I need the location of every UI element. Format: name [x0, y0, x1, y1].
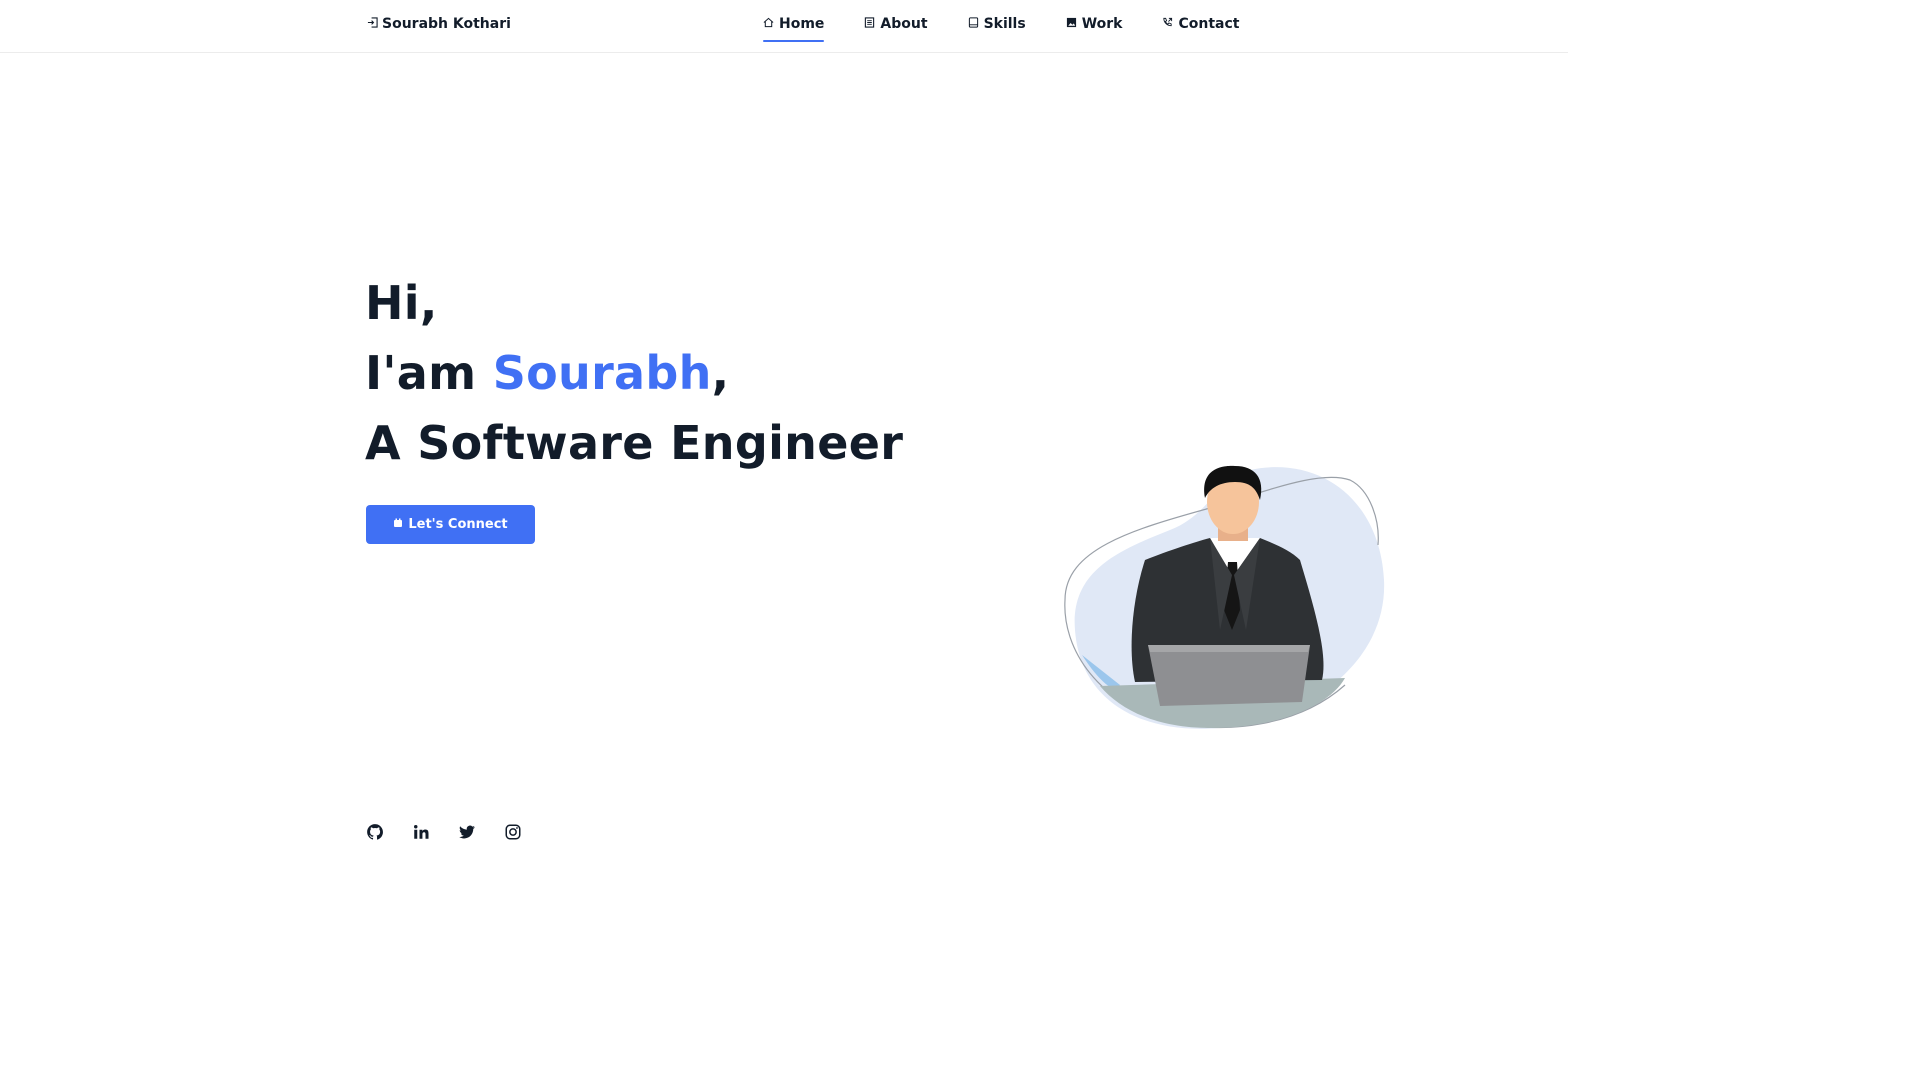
linkedin-icon[interactable]	[412, 823, 430, 841]
developer-illustration	[1060, 460, 1390, 735]
nav-item-about[interactable]: About	[864, 16, 928, 42]
brand-link[interactable]: Sourabh Kothari	[367, 16, 511, 32]
hero-line-title: A Software Engineer	[365, 416, 904, 470]
nav-label-contact: Contact	[1178, 16, 1240, 32]
home-icon	[763, 16, 774, 32]
github-icon[interactable]	[366, 823, 384, 841]
connect-icon	[393, 517, 403, 532]
lets-connect-button[interactable]: Let's Connect	[366, 505, 535, 544]
nav-label-about: About	[880, 16, 928, 32]
hero-name: Sourabh	[492, 346, 712, 400]
lets-connect-label: Let's Connect	[408, 517, 508, 532]
phone-icon	[1162, 16, 1173, 32]
hero-line-greeting: Hi,	[365, 276, 438, 330]
laptop-icon	[968, 16, 979, 32]
hero-name-prefix: I'am	[365, 346, 493, 400]
nav-item-work[interactable]: Work	[1066, 16, 1123, 42]
hero-heading: Hi, I'am Sourabh, A Software Engineer	[365, 268, 903, 478]
document-icon	[864, 16, 875, 32]
hero-name-suffix: ,	[711, 346, 730, 400]
instagram-icon[interactable]	[504, 823, 522, 841]
nav-label-skills: Skills	[983, 16, 1026, 32]
nav-label-work: Work	[1081, 16, 1123, 32]
site-header: Sourabh Kothari Home About Skills Work C…	[0, 0, 1568, 53]
page: Sourabh Kothari Home About Skills Work C…	[0, 0, 1568, 882]
main-nav: Home About Skills Work Contact	[763, 16, 1239, 42]
login-icon	[367, 16, 378, 32]
image-icon	[1066, 16, 1077, 32]
twitter-icon[interactable]	[458, 823, 476, 841]
nav-label-home: Home	[779, 16, 825, 32]
social-links	[366, 823, 522, 841]
nav-item-skills[interactable]: Skills	[968, 16, 1026, 42]
nav-item-contact[interactable]: Contact	[1162, 16, 1239, 42]
hero-line-name: I'am Sourabh,	[365, 338, 903, 408]
brand-name: Sourabh Kothari	[382, 16, 511, 32]
nav-item-home[interactable]: Home	[763, 16, 825, 42]
